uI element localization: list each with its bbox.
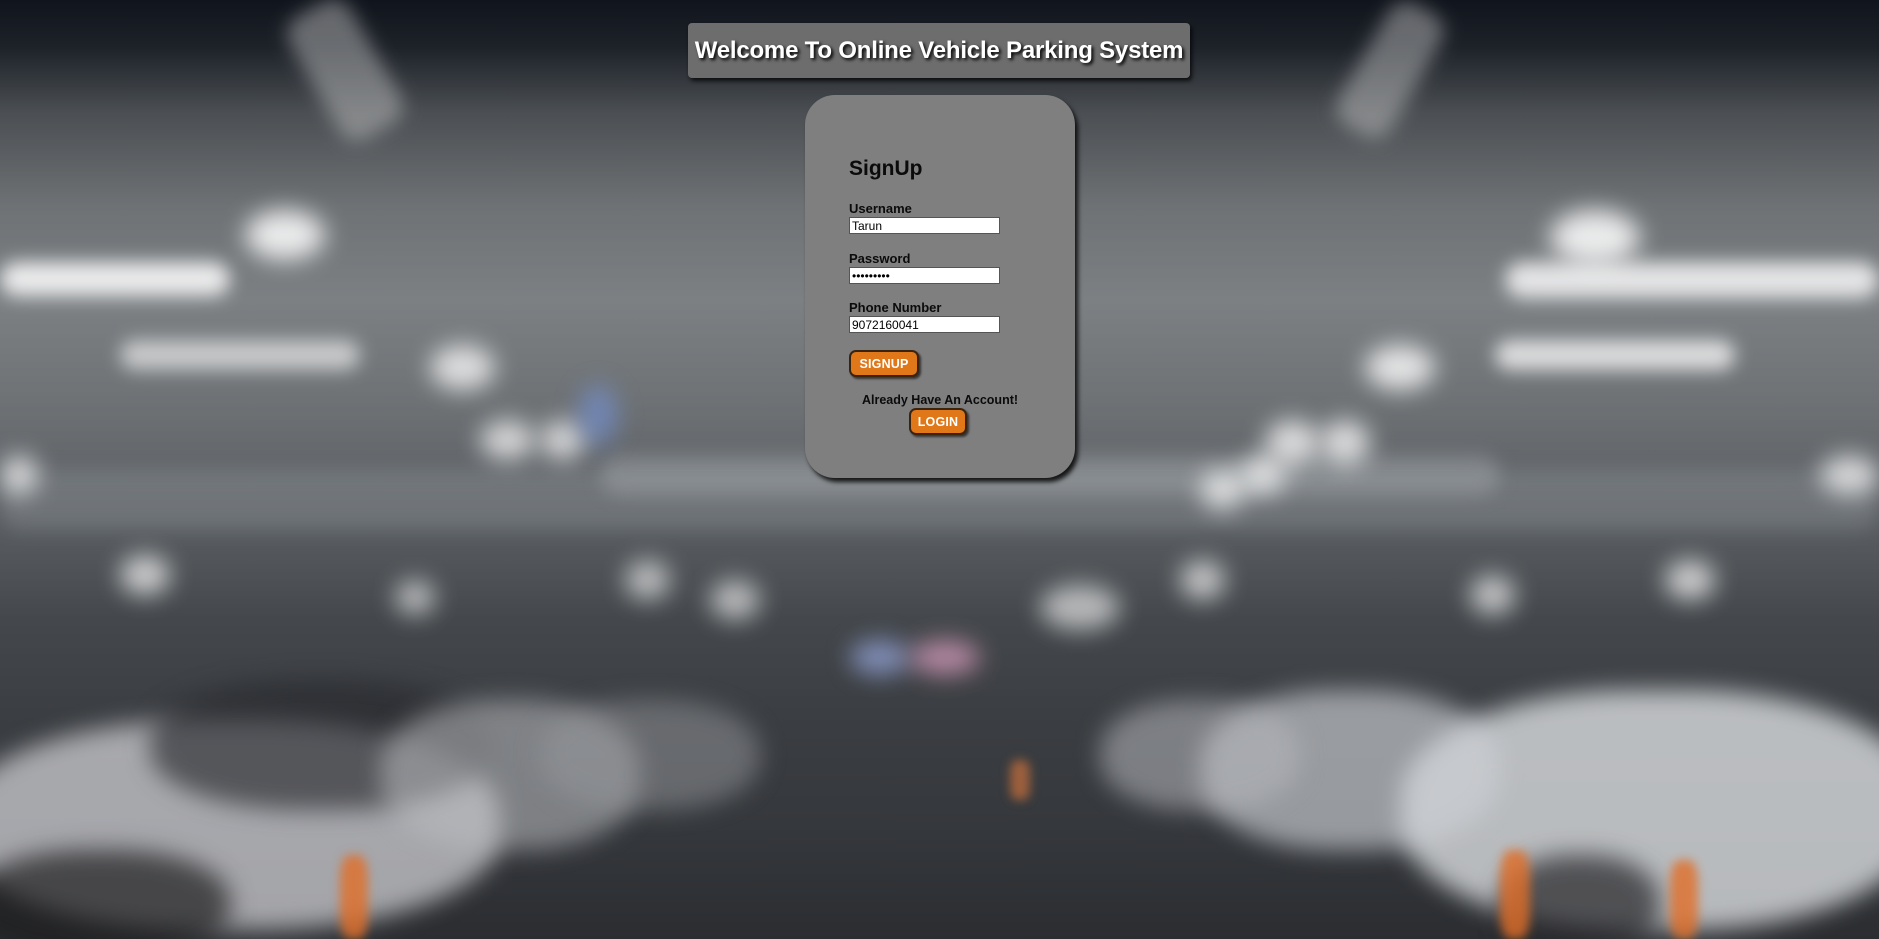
header-banner: Welcome To Online Vehicle Parking System: [688, 23, 1190, 78]
phone-number-label: Phone Number: [849, 300, 942, 315]
username-input[interactable]: [849, 217, 1000, 234]
phone-number-input[interactable]: [849, 316, 1000, 333]
username-label: Username: [849, 201, 912, 216]
login-button[interactable]: LOGIN: [909, 408, 967, 435]
page-title: Welcome To Online Vehicle Parking System: [694, 36, 1184, 64]
signup-button[interactable]: SIGNUP: [849, 350, 919, 377]
password-label: Password: [849, 251, 911, 266]
already-have-account-text: Already Have An Account!: [861, 393, 1019, 407]
signup-card: SignUp Username Password Phone Number SI…: [805, 95, 1075, 478]
signup-heading: SignUp: [849, 157, 923, 180]
password-input[interactable]: [849, 267, 1000, 284]
